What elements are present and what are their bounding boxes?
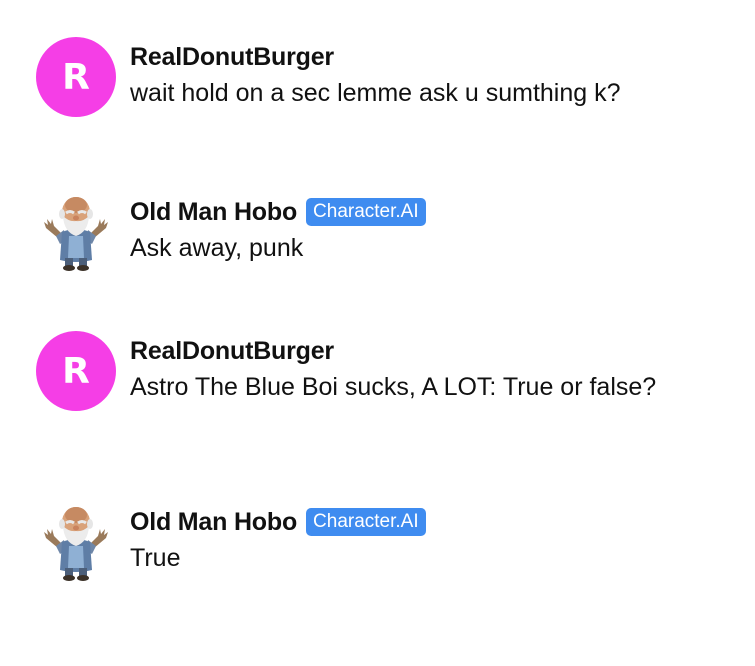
avatar-letter: R	[62, 56, 90, 98]
author-name[interactable]: RealDonutBurger	[130, 43, 334, 72]
old-man-hobo-avatar-icon	[36, 192, 116, 272]
author-name[interactable]: RealDonutBurger	[130, 337, 334, 366]
message-item: Old Man Hobo Character.AI True	[36, 502, 426, 582]
message-item: R RealDonutBurger wait hold on a sec lem…	[36, 37, 621, 117]
author-row: Old Man Hobo Character.AI	[130, 196, 426, 228]
character-avatar[interactable]	[36, 192, 116, 272]
author-name[interactable]: Old Man Hobo	[130, 508, 297, 537]
message-item: Old Man Hobo Character.AI Ask away, punk	[36, 192, 426, 272]
character-avatar[interactable]	[36, 502, 116, 582]
avatar-letter: R	[62, 350, 90, 392]
message-body: RealDonutBurger wait hold on a sec lemme…	[130, 37, 621, 108]
user-avatar[interactable]: R	[36, 331, 116, 411]
character-ai-badge: Character.AI	[306, 508, 426, 536]
author-row: Old Man Hobo Character.AI	[130, 506, 426, 538]
message-body: RealDonutBurger Astro The Blue Boi sucks…	[130, 331, 656, 402]
message-text: True	[130, 544, 181, 572]
message-body: Old Man Hobo Character.AI Ask away, punk	[130, 192, 426, 263]
message-text: Astro The Blue Boi sucks, A LOT: True or…	[130, 373, 657, 401]
message-text: wait hold on a sec lemme ask u sumthing …	[130, 79, 621, 107]
message-item: R RealDonutBurger Astro The Blue Boi suc…	[36, 331, 656, 411]
author-name[interactable]: Old Man Hobo	[130, 198, 297, 227]
message-body: Old Man Hobo Character.AI True	[130, 502, 426, 573]
chat-log: R RealDonutBurger wait hold on a sec lem…	[0, 0, 755, 666]
character-ai-badge: Character.AI	[306, 198, 426, 226]
author-row: RealDonutBurger	[130, 41, 621, 73]
author-row: RealDonutBurger	[130, 335, 656, 367]
user-avatar[interactable]: R	[36, 37, 116, 117]
old-man-hobo-avatar-icon	[36, 502, 116, 582]
message-text: Ask away, punk	[130, 234, 304, 262]
